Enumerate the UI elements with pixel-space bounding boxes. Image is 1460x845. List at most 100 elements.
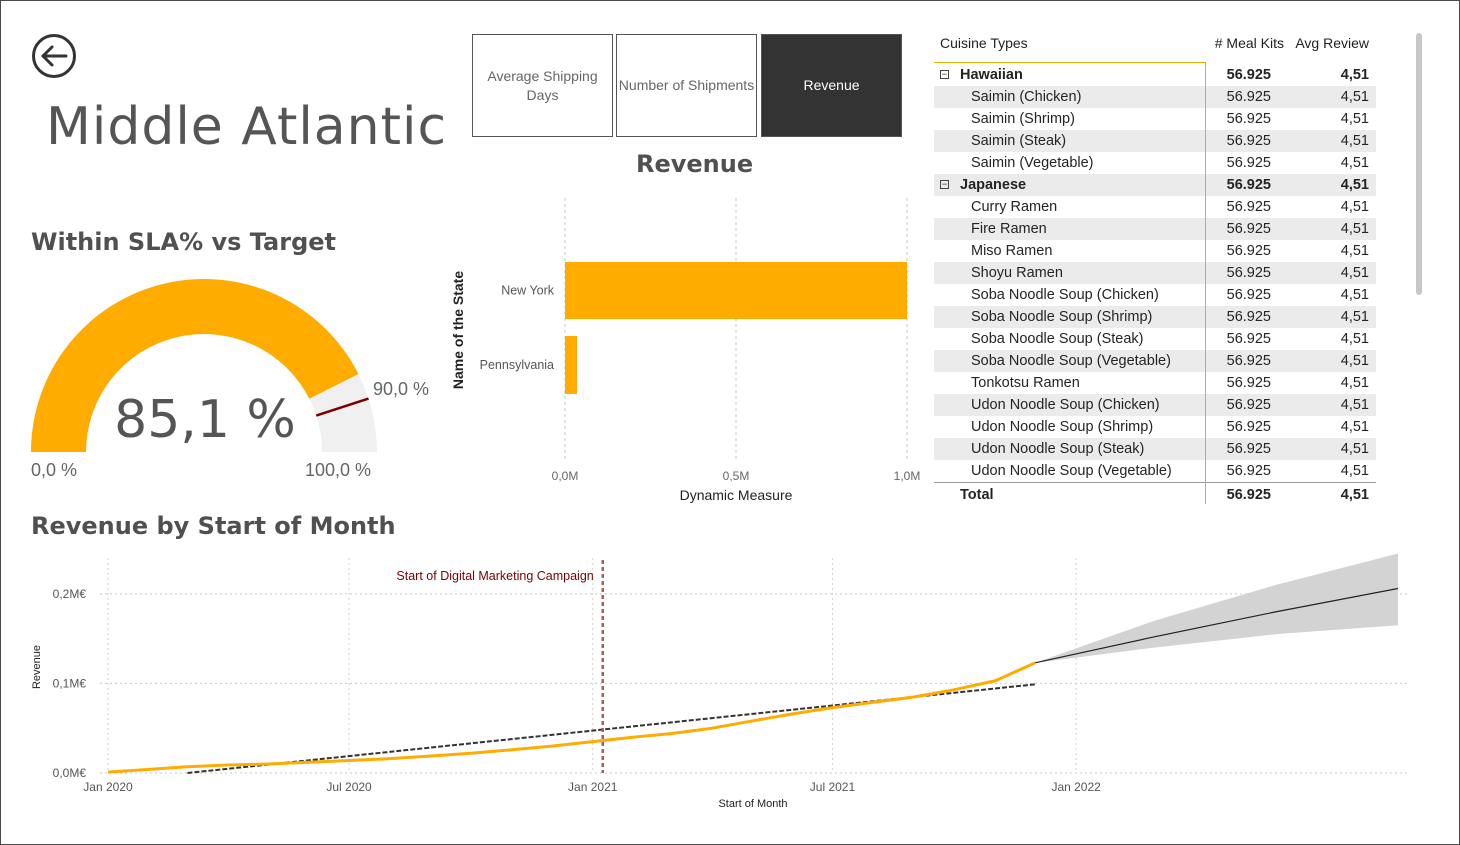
cuisine-name: Curry Ramen [971, 199, 1058, 215]
cuisine-name: Saimin (Vegetable) [971, 155, 1094, 171]
average-shipping-days-button[interactable]: Average Shipping Days [472, 34, 613, 137]
avg-review-value: 4,51 [1340, 441, 1369, 457]
total-meal-kits: 56.925 [1226, 487, 1271, 503]
table-scrollbar[interactable] [1416, 33, 1422, 295]
line-y-tick: 0,0M€ [53, 766, 87, 780]
cuisine-name: Udon Noodle Soup (Steak) [971, 441, 1145, 457]
cuisine-name: Saimin (Chicken) [971, 89, 1082, 105]
cuisine-name: Soba Noodle Soup (Chicken) [971, 287, 1159, 303]
minus-box-icon[interactable]: − [940, 70, 949, 79]
cuisine-name: Soba Noodle Soup (Steak) [971, 331, 1144, 347]
meal-kits-value: 56.925 [1226, 287, 1271, 303]
table-row[interactable]: Soba Noodle Soup (Shrimp) 56.925 4,51 [934, 306, 1376, 328]
table-row[interactable]: Udon Noodle Soup (Vegetable) 56.925 4,51 [934, 460, 1376, 482]
bar-y-axis-label: Name of the State [450, 271, 466, 389]
meal-kits-value: 56.925 [1226, 111, 1271, 127]
cuisine-name: Saimin (Steak) [971, 133, 1067, 149]
cuisine-name: Udon Noodle Soup (Vegetable) [971, 463, 1172, 479]
avg-review-value: 4,51 [1340, 133, 1369, 149]
meal-kits-value: 56.925 [1226, 397, 1271, 413]
table-row[interactable]: Fire Ramen 56.925 4,51 [934, 218, 1376, 240]
bar-category-label: New York [501, 284, 555, 298]
table-row[interactable]: Saimin (Shrimp) 56.925 4,51 [934, 108, 1376, 130]
line-x-axis-label: Start of Month [718, 798, 787, 810]
bar-pennsylvania [565, 336, 577, 394]
minus-box-icon[interactable]: − [940, 180, 949, 189]
revenue-line-chart: 0,0M€ 0,1M€ 0,2M€ Jan 2020 Jul 2020 Jan 2021 J… [31, 553, 1410, 810]
total-avg-review: 4,51 [1340, 487, 1369, 503]
gauge-value: 85,1 % [114, 390, 296, 450]
total-label: Total [960, 487, 994, 503]
table-row[interactable]: Curry Ramen 56.925 4,51 [934, 196, 1376, 218]
bar-x-tick: 1,0M [894, 469, 921, 483]
meal-kits-value: 56.925 [1226, 89, 1271, 105]
gauge-target-label: 90,0 % [373, 379, 430, 399]
group-meal-kits: 56.925 [1226, 67, 1271, 83]
revenue-bar-chart: 0,0M 0,5M 1,0M New York Pennsylvania Dynamic … [450, 198, 921, 503]
meal-kits-value: 56.925 [1226, 375, 1271, 391]
meal-kits-value: 56.925 [1226, 199, 1271, 215]
line-x-tick: Jul 2021 [810, 780, 856, 794]
avg-review-value: 4,51 [1340, 243, 1369, 259]
cuisine-name: Miso Ramen [971, 243, 1053, 259]
avg-review-value: 4,51 [1340, 331, 1369, 347]
bar-category-label: Pennsylvania [480, 358, 554, 372]
back-arrow-icon[interactable] [31, 33, 77, 79]
group-name: Hawaiian [960, 67, 1023, 83]
group-avg-review: 4,51 [1340, 177, 1369, 193]
meal-kits-value: 56.925 [1226, 353, 1271, 369]
table-group-row[interactable]: − Japanese 56.925 4,51 [934, 174, 1376, 196]
line-y-tick: 0,2M€ [53, 587, 87, 601]
avg-review-value: 4,51 [1340, 375, 1369, 391]
table-row[interactable]: Soba Noodle Soup (Vegetable) 56.925 4,51 [934, 350, 1376, 372]
cuisine-name: Fire Ramen [971, 221, 1047, 237]
cuisine-name: Saimin (Shrimp) [971, 111, 1075, 127]
cuisine-name: Soba Noodle Soup (Shrimp) [971, 309, 1153, 325]
meal-kits-value: 56.925 [1226, 221, 1271, 237]
table-row[interactable]: Saimin (Steak) 56.925 4,51 [934, 130, 1376, 152]
avg-review-value: 4,51 [1340, 397, 1369, 413]
gauge-max-label: 100,0 % [305, 460, 372, 480]
table-row[interactable]: Udon Noodle Soup (Chicken) 56.925 4,51 [934, 394, 1376, 416]
line-y-axis-label: Revenue [31, 645, 43, 689]
meal-kits-value: 56.925 [1226, 155, 1271, 171]
avg-review-value: 4,51 [1340, 89, 1369, 105]
table-row[interactable]: Miso Ramen 56.925 4,51 [934, 240, 1376, 262]
table-row[interactable]: Saimin (Chicken) 56.925 4,51 [934, 86, 1376, 108]
group-meal-kits: 56.925 [1226, 177, 1271, 193]
line-x-tick: Jan 2022 [1051, 780, 1101, 794]
revenue-button[interactable]: Revenue [761, 34, 902, 137]
table-group-row[interactable]: − Hawaiian 56.925 4,51 [934, 64, 1376, 86]
meal-kits-value: 56.925 [1226, 309, 1271, 325]
avg-review-value: 4,51 [1340, 287, 1369, 303]
column-header-meal-kits[interactable]: # Meal Kits [1215, 35, 1284, 51]
number-of-shipments-button[interactable]: Number of Shipments [616, 34, 757, 137]
table-row[interactable]: Soba Noodle Soup (Steak) 56.925 4,51 [934, 328, 1376, 350]
avg-review-value: 4,51 [1340, 155, 1369, 171]
meal-kits-value: 56.925 [1226, 331, 1271, 347]
column-header-cuisine[interactable]: Cuisine Types [940, 35, 1028, 51]
table-row[interactable]: Soba Noodle Soup (Chicken) 56.925 4,51 [934, 284, 1376, 306]
table-row[interactable]: Udon Noodle Soup (Shrimp) 56.925 4,51 [934, 416, 1376, 438]
campaign-annotation-label: Start of Digital Marketing Campaign [396, 569, 593, 583]
group-avg-review: 4,51 [1340, 67, 1369, 83]
meal-kits-value: 56.925 [1226, 419, 1271, 435]
meal-kits-value: 56.925 [1226, 133, 1271, 149]
column-header-avg-review[interactable]: Avg Review [1295, 35, 1369, 51]
table-row[interactable]: Tonkotsu Ramen 56.925 4,51 [934, 372, 1376, 394]
table-row[interactable]: Saimin (Vegetable) 56.925 4,51 [934, 152, 1376, 174]
table-row[interactable]: Shoyu Ramen 56.925 4,51 [934, 262, 1376, 284]
bar-x-axis-label: Dynamic Measure [680, 487, 793, 503]
bar-new-york [565, 262, 907, 319]
avg-review-value: 4,51 [1340, 419, 1369, 435]
cuisine-name: Shoyu Ramen [971, 265, 1063, 281]
avg-review-value: 4,51 [1340, 463, 1369, 479]
avg-review-value: 4,51 [1340, 199, 1369, 215]
bar-x-tick: 0,0M [552, 469, 579, 483]
gauge-min-label: 0,0 % [31, 460, 78, 480]
meal-kits-value: 56.925 [1226, 265, 1271, 281]
page-title: Middle Atlantic [46, 97, 448, 157]
table-total-row: Total 56.925 4,51 [934, 482, 1376, 509]
table-row[interactable]: Udon Noodle Soup (Steak) 56.925 4,51 [934, 438, 1376, 460]
avg-review-value: 4,51 [1340, 265, 1369, 281]
